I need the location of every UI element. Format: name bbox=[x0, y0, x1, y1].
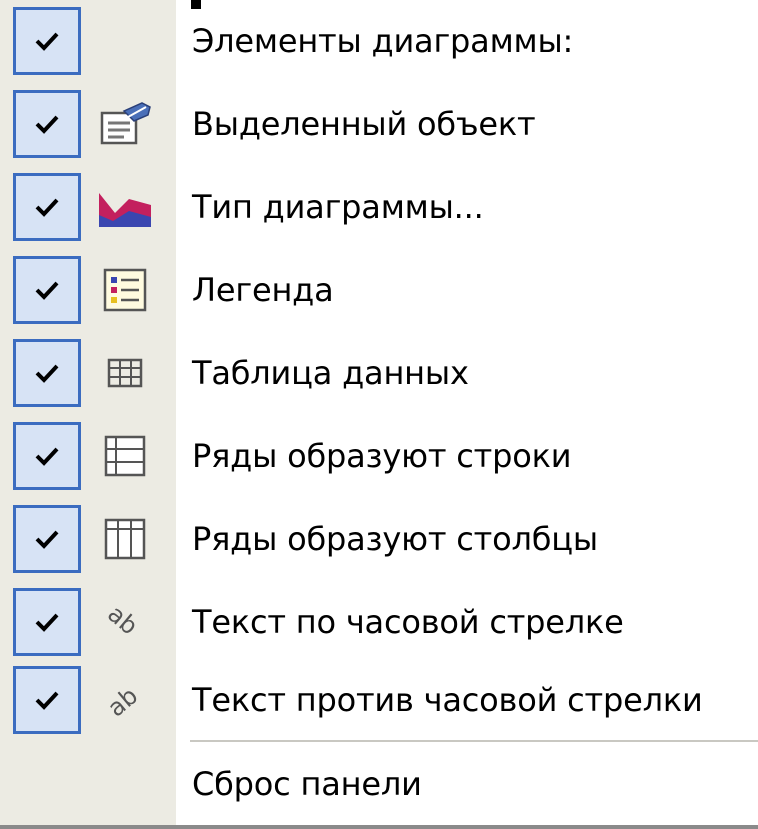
menu-item-label: Таблица данных bbox=[192, 354, 469, 392]
checkmark-icon bbox=[35, 691, 59, 710]
text-clockwise-icon: ab bbox=[92, 588, 158, 656]
menu-item-label: Текст по часовой стрелке bbox=[192, 603, 624, 641]
svg-text:ab: ab bbox=[102, 600, 143, 640]
menu-item-data-table[interactable]: Таблица данных bbox=[0, 339, 758, 421]
menu-item-series-rows[interactable]: Ряды образуют строки bbox=[0, 422, 758, 504]
menu-item-text-counterclockwise[interactable]: ab Текст против часовой стрелки bbox=[0, 666, 758, 748]
menu-item-chart-elements[interactable]: Элементы диаграммы: bbox=[0, 7, 758, 89]
menu-item-label: Тип диаграммы... bbox=[192, 188, 484, 226]
menu-item-label: Ряды образуют столбцы bbox=[192, 520, 598, 558]
checkmark-icon bbox=[35, 32, 59, 51]
checked-checkbox[interactable] bbox=[13, 339, 81, 407]
checked-checkbox[interactable] bbox=[13, 422, 81, 490]
checkmark-icon bbox=[35, 364, 59, 383]
checkmark-icon bbox=[35, 281, 59, 300]
checkmark-icon bbox=[35, 198, 59, 217]
checkmark-icon bbox=[35, 447, 59, 466]
chart-toolbar-context-menu: Элементы диаграммы: Выделенный объект Ти… bbox=[0, 0, 758, 829]
checked-checkbox[interactable] bbox=[13, 90, 81, 158]
area-chart-icon bbox=[92, 173, 158, 241]
checkmark-icon bbox=[35, 115, 59, 134]
menu-item-label: Элементы диаграммы: bbox=[192, 22, 574, 60]
menu-item-chart-type[interactable]: Тип диаграммы... bbox=[0, 173, 758, 255]
checked-checkbox[interactable] bbox=[13, 7, 81, 75]
menu-item-series-columns[interactable]: Ряды образуют столбцы bbox=[0, 505, 758, 587]
checked-checkbox[interactable] bbox=[13, 588, 81, 656]
series-by-columns-icon bbox=[92, 505, 158, 573]
menu-item-reset-toolbar[interactable]: Сброс панели bbox=[0, 750, 758, 820]
checkmark-icon bbox=[35, 613, 59, 632]
menu-item-legend[interactable]: Легенда bbox=[0, 256, 758, 338]
checked-checkbox[interactable] bbox=[13, 666, 81, 734]
menu-bottom-border bbox=[0, 825, 758, 829]
menu-item-selected-object[interactable]: Выделенный объект bbox=[0, 90, 758, 172]
checked-checkbox[interactable] bbox=[13, 173, 81, 241]
series-by-rows-icon bbox=[92, 422, 158, 490]
data-table-icon bbox=[92, 339, 158, 407]
checked-checkbox[interactable] bbox=[13, 505, 81, 573]
menu-item-label: Сброс панели bbox=[192, 765, 422, 803]
svg-text:ab: ab bbox=[102, 682, 143, 722]
menu-item-label: Текст против часовой стрелки bbox=[192, 681, 703, 719]
menu-item-label: Выделенный объект bbox=[192, 105, 536, 143]
legend-icon bbox=[92, 256, 158, 324]
menu-item-label: Ряды образуют строки bbox=[192, 437, 572, 475]
menu-separator bbox=[190, 740, 758, 742]
format-object-icon bbox=[92, 90, 158, 158]
menu-item-text-clockwise[interactable]: ab Текст по часовой стрелке bbox=[0, 588, 758, 670]
text-counterclockwise-icon: ab bbox=[92, 666, 158, 734]
checkmark-icon bbox=[35, 530, 59, 549]
checked-checkbox[interactable] bbox=[13, 256, 81, 324]
menu-item-label: Легенда bbox=[192, 271, 334, 309]
